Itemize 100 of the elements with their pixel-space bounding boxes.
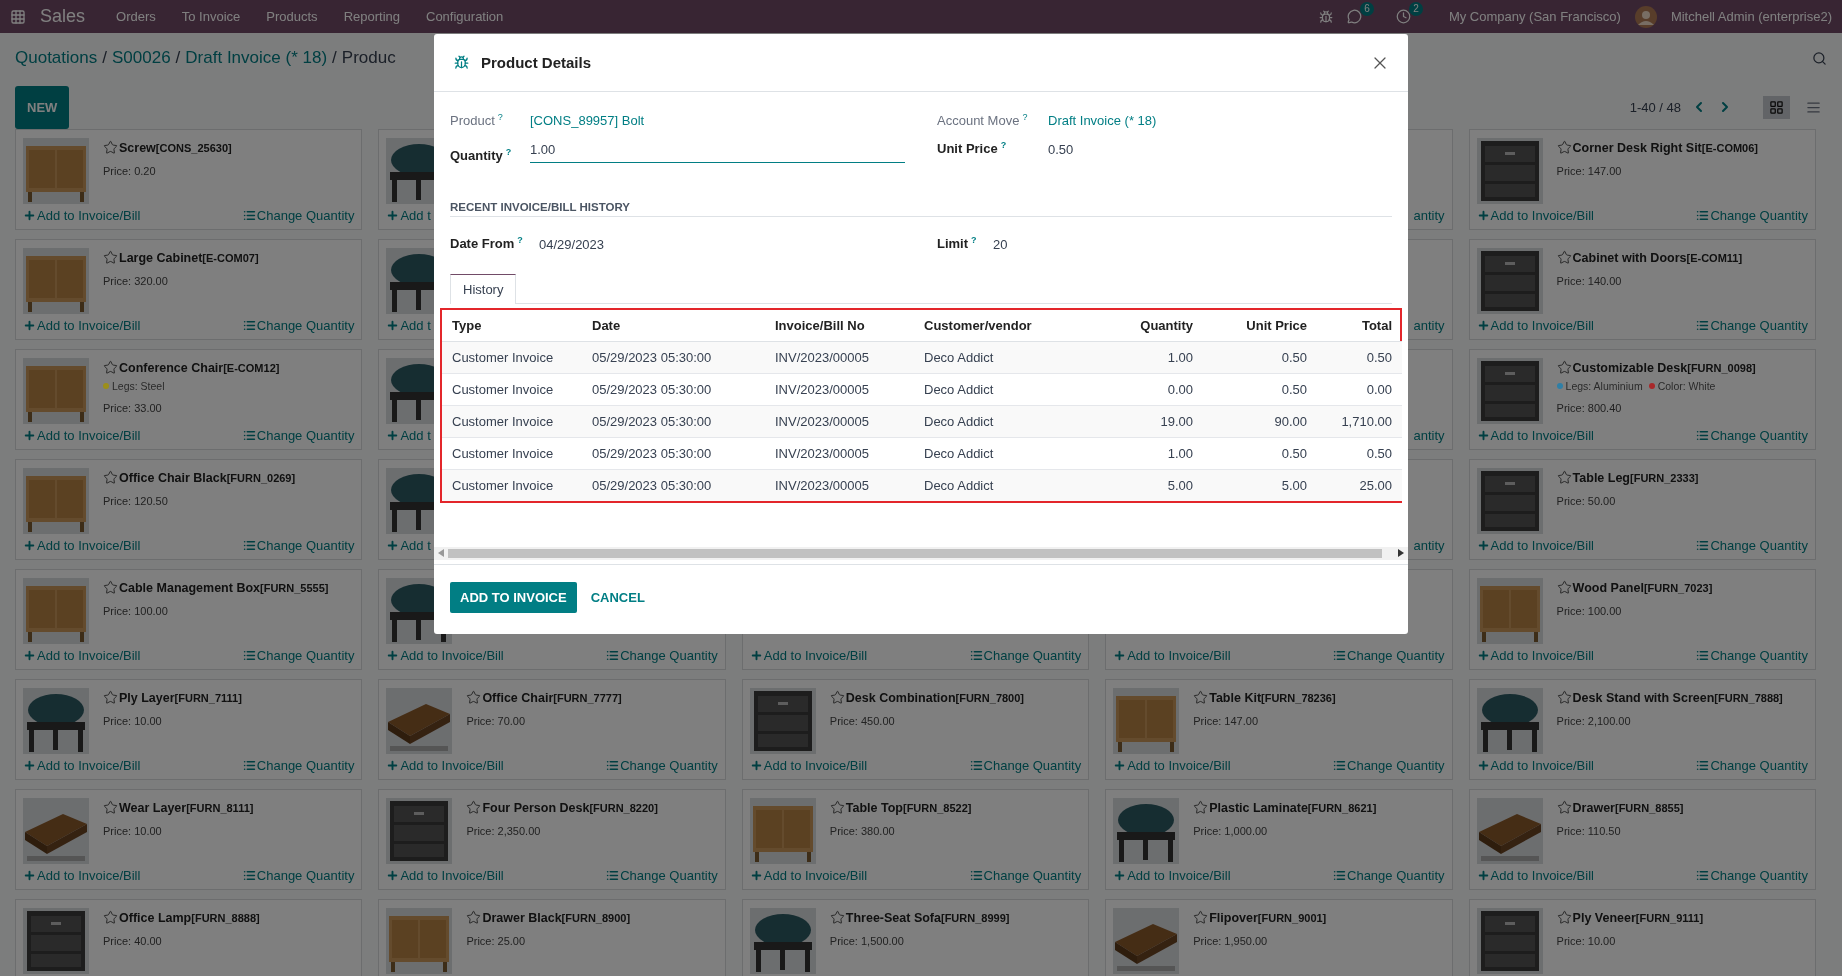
column-header[interactable]: Unit Price (1203, 309, 1317, 342)
horizontal-scrollbar[interactable] (434, 546, 1408, 560)
menu-item[interactable]: To Invoice (170, 9, 252, 24)
add-to-invoice-link[interactable]: Add to Invoice/Bill (23, 648, 141, 663)
favorite-star-icon[interactable] (1556, 250, 1572, 265)
add-to-invoice-link[interactable]: Add to Invoice/Bill (23, 868, 141, 883)
favorite-star-icon[interactable] (829, 690, 845, 705)
change-quantity-link[interactable]: Change Quantity (606, 758, 718, 773)
favorite-star-icon[interactable] (466, 690, 482, 705)
breadcrumb-item[interactable]: Quotations (15, 48, 98, 69)
add-to-invoice-link[interactable]: Add to Invoice/Bill (1476, 538, 1594, 553)
product-card[interactable]: Four Person Desk[FURN_8220] Price: 2,350.00 Add to Invoice/Bill Change Quantity (378, 789, 726, 890)
add-to-invoice-link[interactable]: Add to Invoice/Bill (1113, 758, 1231, 773)
scroll-left-icon[interactable] (438, 549, 444, 558)
change-quantity-link[interactable]: Change Quantity (242, 868, 355, 883)
change-quantity-link[interactable]: Change Quantity (1333, 648, 1445, 663)
change-quantity-link[interactable]: Change Quantity (606, 868, 718, 883)
favorite-star-icon[interactable] (829, 910, 845, 925)
product-card[interactable]: Customizable Desk[FURN_0098] Legs: Aluminium Color: White Price: 800.40 Add to Invoice/Bill Change Quantity (1468, 349, 1816, 450)
bug-icon[interactable] (1318, 9, 1333, 24)
favorite-star-icon[interactable] (1556, 910, 1572, 925)
product-card[interactable]: Drawer Black[FURN_8900] Price: 25.00 (378, 899, 726, 976)
change-quantity-link[interactable]: Change Quantity (242, 428, 355, 443)
add-to-invoice-link[interactable]: Add to Invoice/Bill (23, 318, 141, 333)
product-card[interactable]: Flipover[FURN_9001] Price: 1,950.00 (1105, 899, 1453, 976)
new-button[interactable]: NEW (15, 85, 70, 129)
add-to-invoice-link[interactable]: Add to Invoice/Bill (749, 648, 868, 663)
product-card[interactable]: Conference Chair[E-COM12] Legs: Steel Price: 33.00 Add to Invoice/Bill Change Quantity (15, 349, 363, 450)
product-card[interactable]: Drawer[FURN_8855] Price: 110.50 Add to Invoice/Bill Change Quantity (1468, 789, 1816, 890)
add-to-invoice-link[interactable]: Add to Invoice/Bill (1476, 868, 1594, 883)
add-to-invoice-link[interactable]: Add to Invoice/Bill (23, 428, 141, 443)
kanban-view-button[interactable] (1763, 95, 1790, 119)
activities-icon[interactable] (1395, 9, 1411, 24)
add-to-invoice-link[interactable]: Add to Invoice/Bill (1476, 428, 1594, 443)
favorite-star-icon[interactable] (1556, 580, 1572, 595)
menu-item[interactable]: Configuration (415, 9, 515, 24)
favorite-star-icon[interactable] (466, 910, 482, 925)
add-to-invoice-link[interactable]: Add t (386, 318, 431, 333)
add-to-invoice-link[interactable]: Add to Invoice/Bill (386, 868, 504, 883)
favorite-star-icon[interactable] (103, 470, 118, 485)
record-link[interactable]: [CONS_89957] Bolt (530, 113, 645, 129)
change-quantity-link[interactable]: Change Quantity (242, 318, 355, 333)
search-icon[interactable] (1812, 50, 1827, 66)
change-quantity-link[interactable]: Change Quantity (1696, 208, 1808, 223)
product-card[interactable]: Cabinet with Doors[E-COM11] Price: 140.00 Add to Invoice/Bill Change Quantity (1468, 239, 1816, 340)
user-avatar[interactable] (1634, 5, 1657, 28)
product-card[interactable]: Wear Layer[FURN_8111] Price: 10.00 Add to Invoice/Bill Change Quantity (15, 789, 363, 890)
breadcrumb-item[interactable]: Draft Invoice (* 18) (185, 48, 328, 69)
favorite-star-icon[interactable] (103, 800, 118, 815)
product-card[interactable]: Table Leg[FURN_2333] Price: 50.00 Add to Invoice/Bill Change Quantity (1468, 459, 1816, 560)
apps-menu-icon[interactable] (10, 8, 26, 25)
change-quantity-link[interactable]: antity (1413, 428, 1445, 443)
product-card[interactable]: Office Chair Black[FURN_0269] Price: 120.50 Add to Invoice/Bill Change Quantity (15, 459, 363, 560)
column-header[interactable]: Type (442, 309, 582, 342)
add-to-invoice-link[interactable]: Add t (386, 208, 431, 223)
change-quantity-link[interactable]: Change Quantity (969, 868, 1082, 883)
change-quantity-link[interactable]: Change Quantity (242, 758, 355, 773)
change-quantity-link[interactable]: Change Quantity (1696, 758, 1808, 773)
product-card[interactable]: Table Top[FURN_8522] Price: 380.00 Add to Invoice/Bill Change Quantity (741, 789, 1090, 890)
add-to-invoice-link[interactable]: Add to Invoice/Bill (749, 758, 868, 773)
breadcrumb-item[interactable]: S00026 (111, 48, 171, 69)
favorite-star-icon[interactable] (103, 140, 118, 155)
cancel-button[interactable]: CANCEL (580, 581, 655, 613)
app-name[interactable]: Sales (40, 6, 86, 27)
add-to-invoice-link[interactable]: Add to Invoice/Bill (386, 648, 504, 663)
change-quantity-link[interactable]: Change Quantity (1333, 758, 1445, 773)
favorite-star-icon[interactable] (103, 910, 118, 925)
change-quantity-link[interactable]: Change Quantity (242, 538, 355, 553)
column-header[interactable]: Total (1317, 309, 1402, 342)
change-quantity-link[interactable]: Change Quantity (1696, 428, 1808, 443)
column-header[interactable]: Invoice/Bill No (765, 309, 914, 342)
favorite-star-icon[interactable] (466, 800, 482, 815)
favorite-star-icon[interactable] (1556, 360, 1572, 375)
change-quantity-link[interactable]: Change Quantity (1696, 648, 1808, 663)
add-to-invoice-link[interactable]: Add to Invoice/Bill (749, 868, 868, 883)
product-card[interactable]: Ply Layer[FURN_7111] Price: 10.00 Add to Invoice/Bill Change Quantity (15, 679, 363, 780)
history-tab[interactable]: History (450, 273, 517, 304)
change-quantity-link[interactable]: Change Quantity (242, 208, 355, 223)
product-card[interactable]: Screw[CONS_25630] Price: 0.20 Add to Invoice/Bill Change Quantity (15, 129, 363, 230)
add-to-invoice-link[interactable]: Add to Invoice/Bill (23, 538, 141, 553)
menu-item[interactable]: Reporting (332, 9, 411, 24)
favorite-star-icon[interactable] (1556, 470, 1572, 485)
change-quantity-link[interactable]: Change Quantity (1333, 868, 1445, 883)
change-quantity-link[interactable]: Change Quantity (1696, 318, 1808, 333)
favorite-star-icon[interactable] (103, 580, 118, 595)
favorite-star-icon[interactable] (1556, 140, 1572, 155)
change-quantity-link[interactable]: antity (1413, 208, 1445, 223)
add-to-invoice-link[interactable]: Add to Invoice/Bill (386, 758, 504, 773)
add-to-invoice-link[interactable]: Add to Invoice/Bill (1113, 648, 1231, 663)
record-link[interactable]: Draft Invoice (* 18) (1048, 113, 1157, 129)
product-card[interactable]: Desk Combination[FURN_7800] Price: 450.00 Add to Invoice/Bill Change Quantity (741, 679, 1090, 780)
favorite-star-icon[interactable] (103, 690, 118, 705)
add-to-invoice-link[interactable]: Add to Invoice/Bill (1476, 208, 1594, 223)
change-quantity-link[interactable]: Change Quantity (606, 648, 718, 663)
product-card[interactable]: Desk Stand with Screen[FURN_7888] Price: 2,100.00 Add to Invoice/Bill Change Quantity (1468, 679, 1816, 780)
product-card[interactable]: Plastic Laminate[FURN_8621] Price: 1,000.00 Add to Invoice/Bill Change Quantity (1105, 789, 1453, 890)
add-to-invoice-link[interactable]: Add to Invoice/Bill (23, 758, 141, 773)
product-card[interactable]: Wood Panel[FURN_7023] Price: 100.00 Add to Invoice/Bill Change Quantity (1468, 569, 1816, 670)
change-quantity-link[interactable]: antity (1413, 538, 1445, 553)
favorite-star-icon[interactable] (103, 250, 118, 265)
